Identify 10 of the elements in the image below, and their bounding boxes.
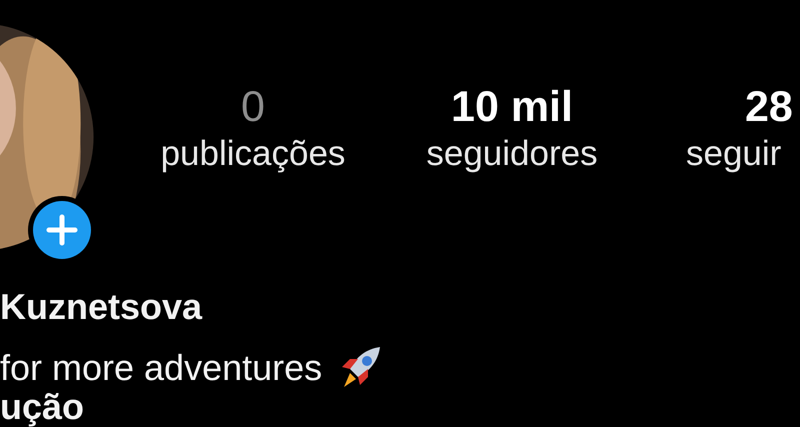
stat-count: 0 [241,82,265,132]
bio-text: ução [0,388,84,426]
plus-icon [33,201,91,259]
stat-count: 10 mil [451,82,573,132]
stat-label[interactable]: publicações [160,132,346,176]
stat-label[interactable]: seguir [686,132,782,176]
profile-name: Kuznetsova [0,285,202,329]
stat-count: 28 [745,82,793,132]
stat-label[interactable]: seguidores [426,132,598,176]
bio-text: for more adventures [0,346,322,390]
